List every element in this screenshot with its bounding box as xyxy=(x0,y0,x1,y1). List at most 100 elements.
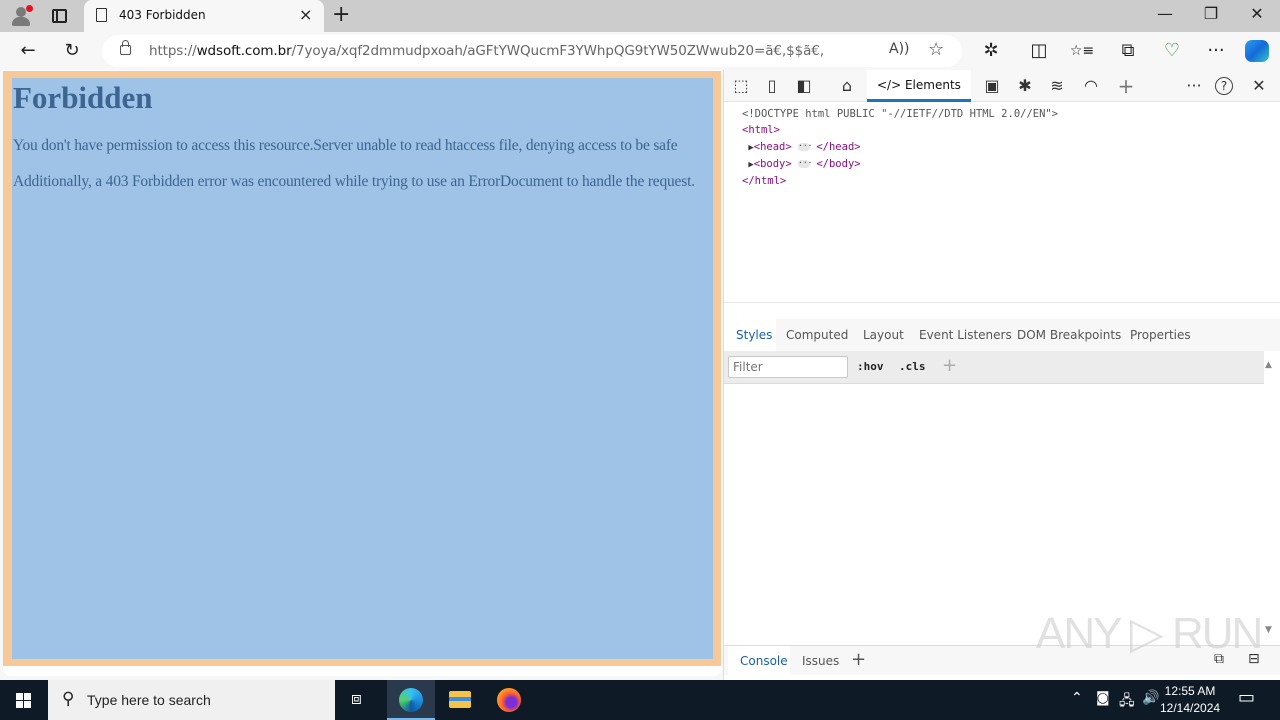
network-wifi-icon[interactable]: ≋ xyxy=(1045,76,1069,96)
back-button[interactable]: ← xyxy=(14,38,42,64)
favorite-star-icon[interactable]: ☆ xyxy=(928,39,944,60)
close-devtools-button[interactable]: ✕ xyxy=(1247,76,1271,96)
firefox-icon[interactable] xyxy=(485,680,533,720)
favorites-icon[interactable]: ☆≡ xyxy=(1068,38,1096,64)
collections-icon[interactable]: ⧉ xyxy=(1114,38,1142,64)
styles-toolbar: :hov .cls + xyxy=(724,351,1264,384)
tab-layout[interactable]: Layout xyxy=(863,328,904,342)
url-domain: wdsoft.com.br xyxy=(196,43,292,59)
tab-properties[interactable]: Properties xyxy=(1130,328,1191,342)
error-detail: Additionally, a 403 Forbidden error was … xyxy=(13,173,695,190)
styles-filter-input[interactable] xyxy=(728,356,848,378)
head-node[interactable]: ▶<head> ··· </head> xyxy=(742,139,1058,156)
split-screen-icon[interactable]: ◫ xyxy=(1025,38,1053,64)
show-hidden-icons-chevron[interactable]: ⌃ xyxy=(1071,690,1083,706)
avatar-head-icon xyxy=(16,7,26,17)
url-text[interactable]: https://wdsoft.com.br/7yoya/xqf2dmmudpxo… xyxy=(149,43,824,59)
file-explorer-icon[interactable] xyxy=(436,680,484,720)
customize-menu-button[interactable]: ··· xyxy=(1182,76,1206,96)
page-body: Forbidden You don't have permission to a… xyxy=(12,78,713,659)
device-emulation-icon[interactable]: ▯ xyxy=(760,76,784,96)
tab-actions-icon[interactable] xyxy=(52,9,67,23)
elements-tab-label: </> Elements xyxy=(877,78,961,92)
page-heading: Forbidden xyxy=(13,80,153,115)
profile-avatar[interactable] xyxy=(10,5,33,27)
browser-essentials-icon[interactable]: ♡ xyxy=(1158,38,1186,64)
body-node[interactable]: ▶<body> ··· </body> xyxy=(742,156,1058,173)
panel-splitter[interactable] xyxy=(724,302,1280,319)
body-close-tag: </body> xyxy=(816,157,861,170)
head-open-tag: <head> xyxy=(753,140,792,153)
head-close-tag: </head> xyxy=(816,140,861,153)
browser-toolbar: ← ↻ https://wdsoft.com.br/7yoya/xqf2dmmu… xyxy=(0,32,1280,70)
tab-dom-breakpoints[interactable]: DOM Breakpoints xyxy=(1017,328,1121,342)
notification-dot-icon xyxy=(26,5,33,12)
volume-icon[interactable]: 🔊 xyxy=(1142,690,1159,706)
class-toggle[interactable]: .cls xyxy=(899,360,926,373)
drawer-add-tab-button[interactable]: + xyxy=(851,649,866,670)
html-close-node[interactable]: </html> xyxy=(742,173,1058,189)
url-scheme: https:// xyxy=(149,43,197,59)
more-tools-button[interactable]: + xyxy=(1114,76,1138,96)
error-message: You don't have permission to access this… xyxy=(13,137,678,154)
html-node[interactable]: <html> xyxy=(742,122,1058,138)
page-icon xyxy=(96,8,107,22)
tab-strip: 403 Forbidden × + — ❐ ✕ xyxy=(0,0,1280,32)
inspect-element-icon[interactable]: ⬚ xyxy=(729,76,753,96)
body-open-tag: <body> xyxy=(753,157,792,170)
tab-elements[interactable]: </> Elements xyxy=(867,70,971,102)
tab-close-button[interactable]: × xyxy=(299,5,312,24)
sources-bug-icon[interactable]: ✱ xyxy=(1013,76,1037,96)
action-center-icon[interactable]: ▭ xyxy=(1238,687,1255,708)
scroll-down-arrow-icon[interactable]: ▼ xyxy=(1265,625,1272,635)
doctype-node[interactable]: <!DOCTYPE html PUBLIC "-//IETF//DTD HTML… xyxy=(742,106,1058,122)
collapsed-ellipsis-icon[interactable]: ··· xyxy=(798,158,812,168)
drawer-tab-issues[interactable]: Issues xyxy=(802,654,839,668)
new-style-rule-button[interactable]: + xyxy=(942,355,957,376)
address-bar[interactable]: https://wdsoft.com.br/7yoya/xqf2dmmudpxo… xyxy=(102,35,962,67)
new-tab-button[interactable]: + xyxy=(332,2,350,27)
devtools-panel: ⬚ ▯ ◧ ⌂ </> Elements ▣ ✱ ≋ ◠ + ··· ? ✕ <… xyxy=(723,70,1280,680)
minimize-button[interactable]: — xyxy=(1142,4,1188,23)
scroll-up-arrow-icon[interactable]: ▲ xyxy=(1265,360,1272,370)
browser-tab[interactable]: 403 Forbidden × xyxy=(84,0,324,32)
welcome-home-icon[interactable]: ⌂ xyxy=(835,76,859,96)
clock-date: 12/14/2024 xyxy=(1160,701,1221,715)
tab-title: 403 Forbidden xyxy=(119,8,206,22)
taskbar-search-box[interactable]: ⚲ Type here to search xyxy=(48,680,335,720)
taskbar: ⚲ Type here to search ⧈ ⌃ ◙ 🖧 🔊 12:55 AM… xyxy=(0,680,1280,720)
more-menu-button[interactable]: ··· xyxy=(1202,38,1230,64)
dom-tree: <!DOCTYPE html PUBLIC "-//IETF//DTD HTML… xyxy=(742,106,1058,189)
edge-taskbar-icon[interactable] xyxy=(387,680,435,720)
copilot-icon[interactable] xyxy=(1245,40,1269,62)
clock-time: 12:55 AM xyxy=(1164,684,1216,698)
close-window-button[interactable]: ✕ xyxy=(1234,4,1280,23)
devtools-toolbar: ⬚ ▯ ◧ ⌂ </> Elements ▣ ✱ ≋ ◠ + ··· ? ✕ xyxy=(724,70,1280,102)
drawer-tab-console[interactable]: Console xyxy=(740,654,788,668)
console-tool-icon[interactable]: ▣ xyxy=(980,76,1004,96)
windows-start-icon[interactable] xyxy=(16,693,32,709)
system-clock[interactable]: 12:55 AM 12/14/2024 xyxy=(1160,683,1220,717)
avatar-body-icon xyxy=(12,17,30,26)
read-aloud-icon[interactable]: A)) xyxy=(889,41,910,57)
lock-icon[interactable] xyxy=(120,40,131,55)
tab-styles[interactable]: Styles xyxy=(736,328,772,342)
tab-event-listeners[interactable]: Event Listeners xyxy=(919,328,1012,342)
meet-now-icon[interactable]: ◙ xyxy=(1096,690,1110,706)
collapsed-ellipsis-icon[interactable]: ··· xyxy=(798,141,812,151)
search-icon: ⚲ xyxy=(62,689,75,709)
tab-computed[interactable]: Computed xyxy=(786,328,848,342)
restore-button[interactable]: ❐ xyxy=(1188,4,1234,23)
url-path: /7yoya/xqf2dmmudpxoah/aGFtYWQucmF3YWhpQG… xyxy=(291,43,824,59)
performance-icon[interactable]: ◠ xyxy=(1079,76,1103,96)
extensions-icon[interactable]: ✲ xyxy=(977,38,1005,64)
anyrun-watermark: ANY ▷ RUN xyxy=(1036,609,1263,658)
search-placeholder: Type here to search xyxy=(87,692,211,708)
help-icon[interactable]: ? xyxy=(1215,77,1233,95)
task-view-icon[interactable]: ⧈ xyxy=(336,680,384,720)
styles-subtabs: Styles Computed Layout Event Listeners D… xyxy=(724,319,1280,351)
reload-button[interactable]: ↻ xyxy=(58,38,86,64)
hover-state-toggle[interactable]: :hov xyxy=(857,360,884,373)
dock-side-icon[interactable]: ◧ xyxy=(792,76,816,96)
network-icon[interactable]: 🖧 xyxy=(1119,690,1135,714)
